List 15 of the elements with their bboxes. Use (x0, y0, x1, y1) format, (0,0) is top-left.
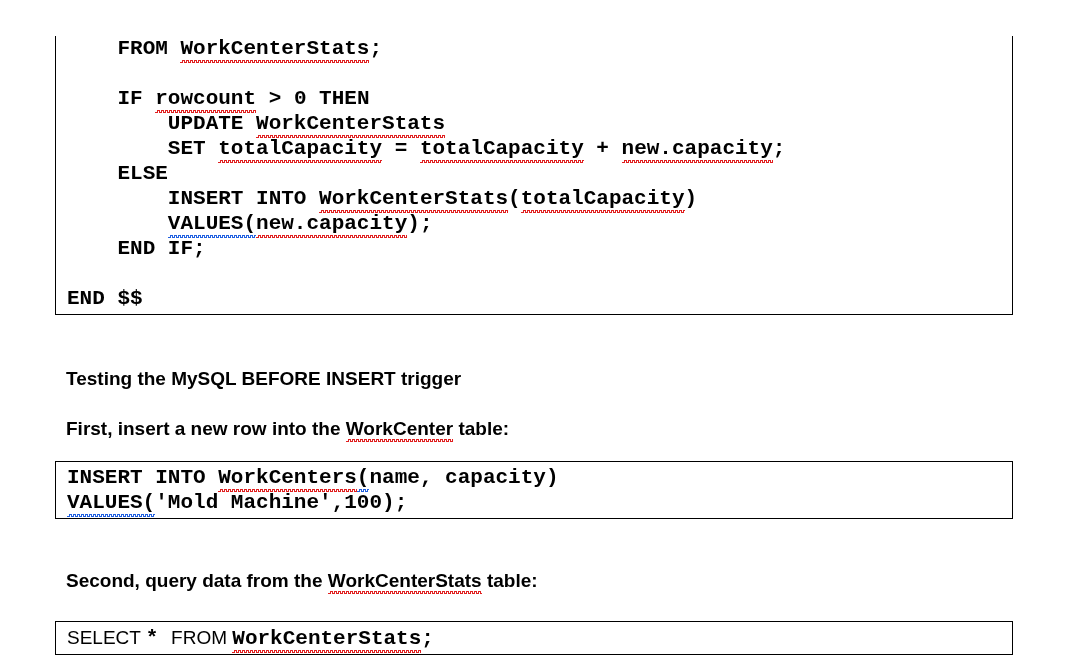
code-line: VALUES('Mold Machine',100); (67, 490, 1012, 515)
paragraph: Testing the MySQL BEFORE INSERT trigger (65, 367, 463, 391)
code-line: FROM WorkCenterStats; (67, 36, 1012, 61)
code-line: END IF; (116, 236, 207, 261)
code-line: SET totalCapacity = totalCapacity + new.capacity; (67, 136, 1012, 161)
code-line: INSERT INTO WorkCenterStats(totalCapacity) (67, 186, 1012, 211)
code-line: IF rowcount > 0 THEN (67, 61, 1012, 111)
code-line: END $$ (67, 286, 144, 311)
code-line: SELECT * FROM WorkCenterStats; (67, 625, 1012, 651)
paragraph: Second, query data from the WorkCenterStats table: (55, 569, 1013, 593)
code-line: INSERT INTO WorkCenters(name, capacity) (67, 465, 1012, 490)
code-line: UPDATE WorkCenterStats (67, 111, 1012, 136)
paragraph: First, insert a new row into the WorkCenter table: (55, 417, 1013, 441)
code-line: ELSE (116, 161, 169, 186)
code-line: VALUES(new.capacity); (67, 211, 1012, 236)
